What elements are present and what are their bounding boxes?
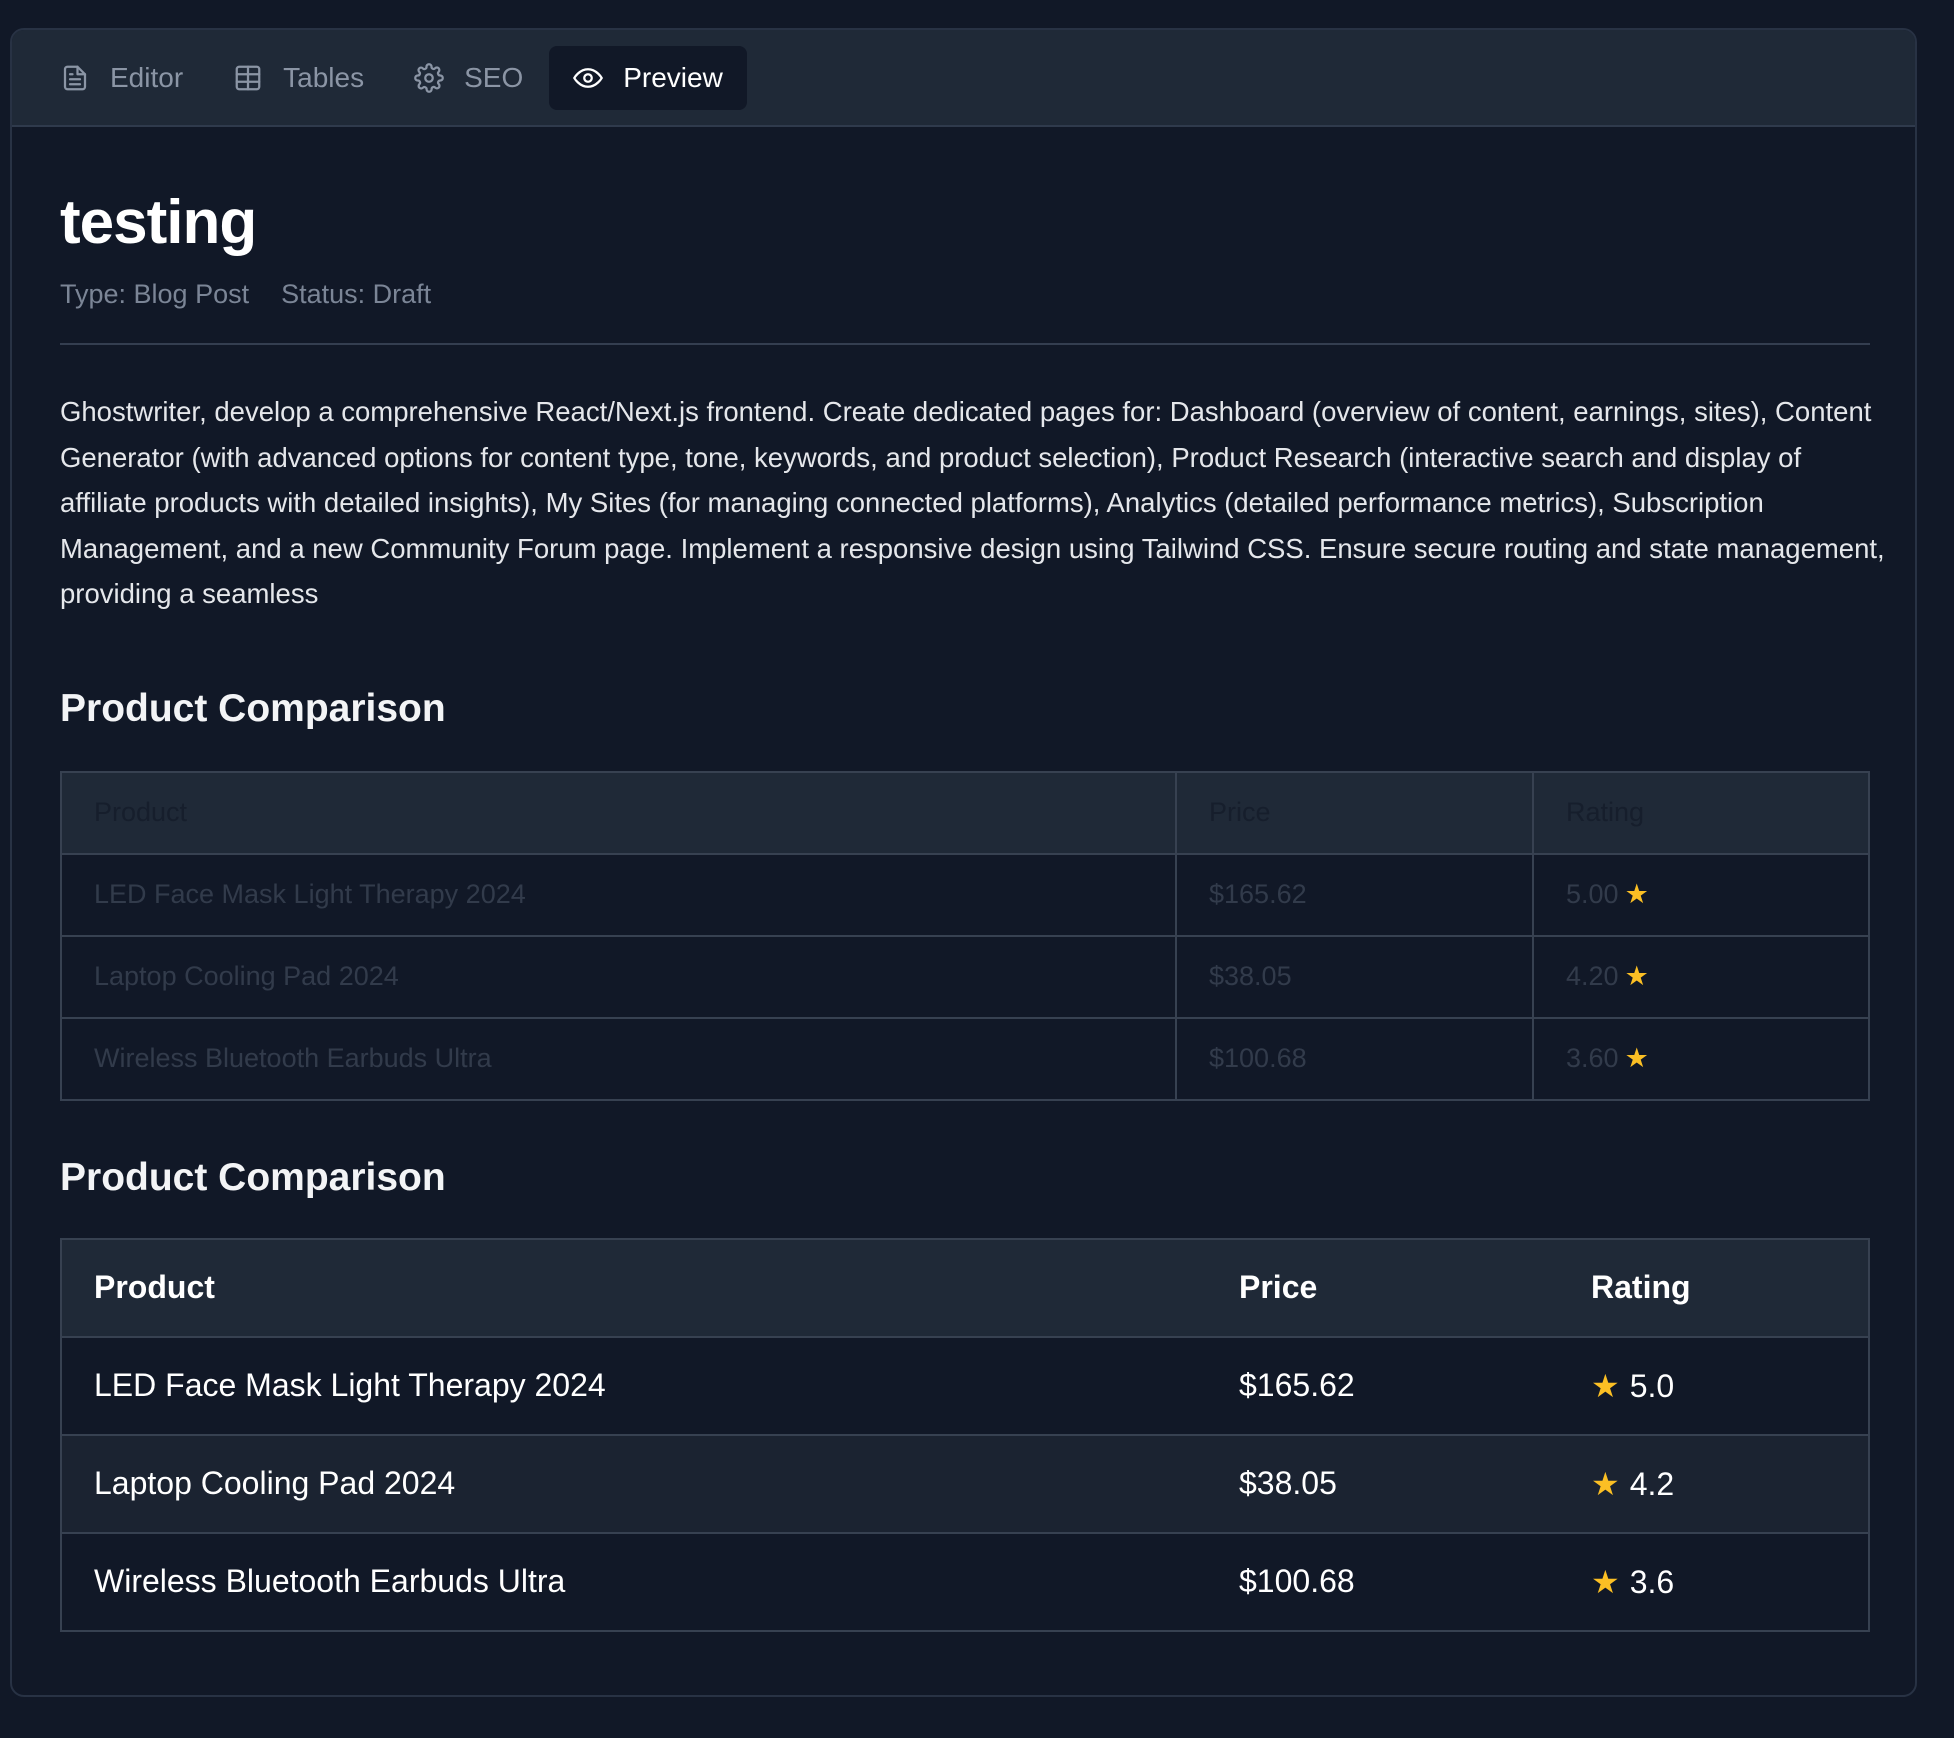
tab-tables[interactable]: Tables <box>209 46 388 110</box>
star-icon: ★ <box>1624 961 1649 992</box>
section-heading: Product Comparison <box>60 686 446 730</box>
rating-value: 3.60 <box>1566 1043 1619 1074</box>
table-header-row: Product Price Rating <box>61 1238 1869 1338</box>
cell-price: $165.62 <box>1239 1367 1355 1404</box>
post-body: Ghostwriter, develop a comprehensive Rea… <box>60 396 1885 610</box>
preview-content: testing Type: Blog Post Status: Draft Gh… <box>12 127 1915 1632</box>
section-heading: Product Comparison <box>60 1155 446 1199</box>
tab-editor[interactable]: Editor <box>36 46 207 110</box>
gear-icon <box>414 62 444 93</box>
cell-price: $100.68 <box>1239 1563 1355 1600</box>
table-row: Laptop Cooling Pad 2024 $38.05 4.20 ★ <box>60 934 1870 1019</box>
cell-rating: 4.20 ★ <box>1532 934 1870 1019</box>
table-row: Wireless Bluetooth Earbuds Ultra $100.68… <box>60 1016 1870 1101</box>
table-icon <box>233 63 263 93</box>
rating-value: 3.6 <box>1629 1563 1675 1600</box>
header-product: Product <box>60 770 1177 855</box>
rating-value: 5.00 <box>1566 879 1619 910</box>
document-icon <box>60 63 90 93</box>
cell-price: $38.05 <box>1175 934 1534 1019</box>
rating-value: 4.20 <box>1566 961 1619 992</box>
cell-rating: ★ 4.2 <box>1559 1434 1869 1533</box>
cell-rating: 5.00 ★ <box>1532 852 1870 937</box>
tab-label: Editor <box>110 61 184 93</box>
comparison-table-styled: Product Price Rating LED Face Mask Light… <box>60 1237 1870 1632</box>
post-meta: Type: Blog Post Status: Draft <box>60 279 1867 310</box>
preview-panel: Editor Tables SEO Preview testing Type: … <box>10 28 1917 1697</box>
header-product: Product <box>61 1238 1207 1338</box>
cell-rating: ★ 3.6 <box>1559 1533 1869 1631</box>
header-price: Price <box>1175 770 1534 855</box>
cell-product: LED Face Mask Light Therapy 2024 <box>60 852 1177 937</box>
table-row: LED Face Mask Light Therapy 2024 $165.62… <box>60 852 1870 937</box>
divider <box>60 343 1870 346</box>
header-rating: Rating <box>1559 1238 1869 1338</box>
post-title: testing <box>60 188 257 257</box>
cell-product: Laptop Cooling Pad 2024 <box>60 934 1177 1019</box>
tab-label: Tables <box>283 61 365 93</box>
cell-rating: 3.60 ★ <box>1532 1016 1870 1101</box>
star-icon: ★ <box>1591 1465 1620 1502</box>
cell-product: Wireless Bluetooth Earbuds Ultra <box>60 1016 1177 1101</box>
cell-price: $100.68 <box>1175 1016 1534 1101</box>
rating-value: 5.0 <box>1629 1367 1675 1404</box>
cell-product: Wireless Bluetooth Earbuds Ultra <box>94 1563 566 1600</box>
rating-value: 4.2 <box>1629 1465 1675 1502</box>
table-row: Wireless Bluetooth Earbuds Ultra $100.68… <box>61 1532 1869 1631</box>
eye-icon <box>573 63 604 93</box>
table-header-row: Product Price Rating <box>60 770 1870 855</box>
cell-price: $38.05 <box>1207 1434 1559 1533</box>
cell-product: LED Face Mask Light Therapy 2024 <box>94 1367 606 1404</box>
star-icon: ★ <box>1624 1043 1649 1074</box>
table-row: Laptop Cooling Pad 2024 $38.05 ★ 4.2 <box>61 1434 1869 1533</box>
tab-seo[interactable]: SEO <box>390 46 547 110</box>
header-rating: Rating <box>1532 770 1870 855</box>
star-icon: ★ <box>1591 1367 1620 1404</box>
header-price: Price <box>1207 1238 1559 1338</box>
post-type: Type: Blog Post <box>60 279 250 310</box>
tab-label: Preview <box>623 61 723 93</box>
tab-bar: Editor Tables SEO Preview <box>12 30 1915 127</box>
tab-preview[interactable]: Preview <box>549 45 747 110</box>
comparison-table-raw: Product Price Rating LED Face Mask Light… <box>60 770 1870 1101</box>
post-status: Status: Draft <box>281 279 432 310</box>
tab-label: SEO <box>464 61 524 93</box>
table-row: LED Face Mask Light Therapy 2024 $165.62… <box>61 1336 1869 1435</box>
star-icon: ★ <box>1624 879 1649 910</box>
cell-rating: ★ 5.0 <box>1559 1337 1869 1435</box>
cell-product: Laptop Cooling Pad 2024 <box>61 1434 1207 1533</box>
cell-price: $165.62 <box>1175 852 1534 937</box>
star-icon: ★ <box>1591 1563 1620 1600</box>
